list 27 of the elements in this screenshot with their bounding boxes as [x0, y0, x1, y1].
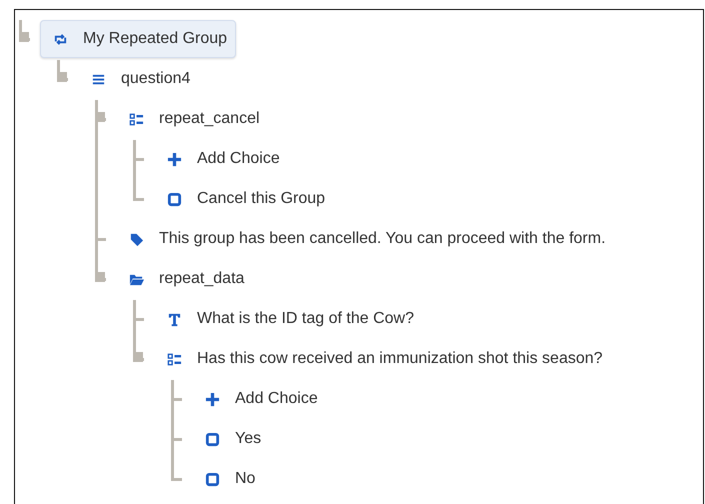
tree-item[interactable]: This group has been cancelled. You can proceed with the form.: [116, 220, 615, 258]
checklist-icon: [167, 352, 182, 366]
tree-item[interactable]: Add Choice: [154, 140, 289, 178]
tree-item[interactable]: Yes: [192, 420, 270, 458]
square-icon: [167, 192, 182, 206]
tree-joint-icon: [57, 72, 67, 82]
tree-item[interactable]: repeat_data: [116, 260, 254, 298]
tree-item[interactable]: My Repeated Group: [40, 20, 236, 58]
repeat-icon: [53, 32, 68, 46]
tree-item[interactable]: Has this cow received an immunization shot this season?: [154, 340, 612, 378]
checklist-icon: [129, 112, 144, 126]
tree-item[interactable]: What is the ID tag of the Cow?: [154, 300, 423, 338]
tree-joint-icon: [19, 32, 29, 42]
square-icon: [205, 472, 220, 486]
tree-item[interactable]: Cancel this Group: [154, 180, 334, 218]
text-icon: [167, 312, 182, 326]
tree-joint-icon: [133, 352, 143, 362]
tree-joint-icon: [95, 112, 105, 122]
square-icon: [205, 432, 220, 446]
tree-item[interactable]: Add Choice: [192, 380, 327, 418]
plus-icon: [167, 152, 182, 166]
tag-icon: [129, 232, 144, 246]
tree-item[interactable]: repeat_cancel: [116, 100, 269, 138]
plus-icon: [205, 392, 220, 406]
tree-joint-icon: [95, 272, 105, 282]
tree-item[interactable]: question4: [78, 60, 200, 98]
tree-item[interactable]: No: [192, 460, 264, 498]
